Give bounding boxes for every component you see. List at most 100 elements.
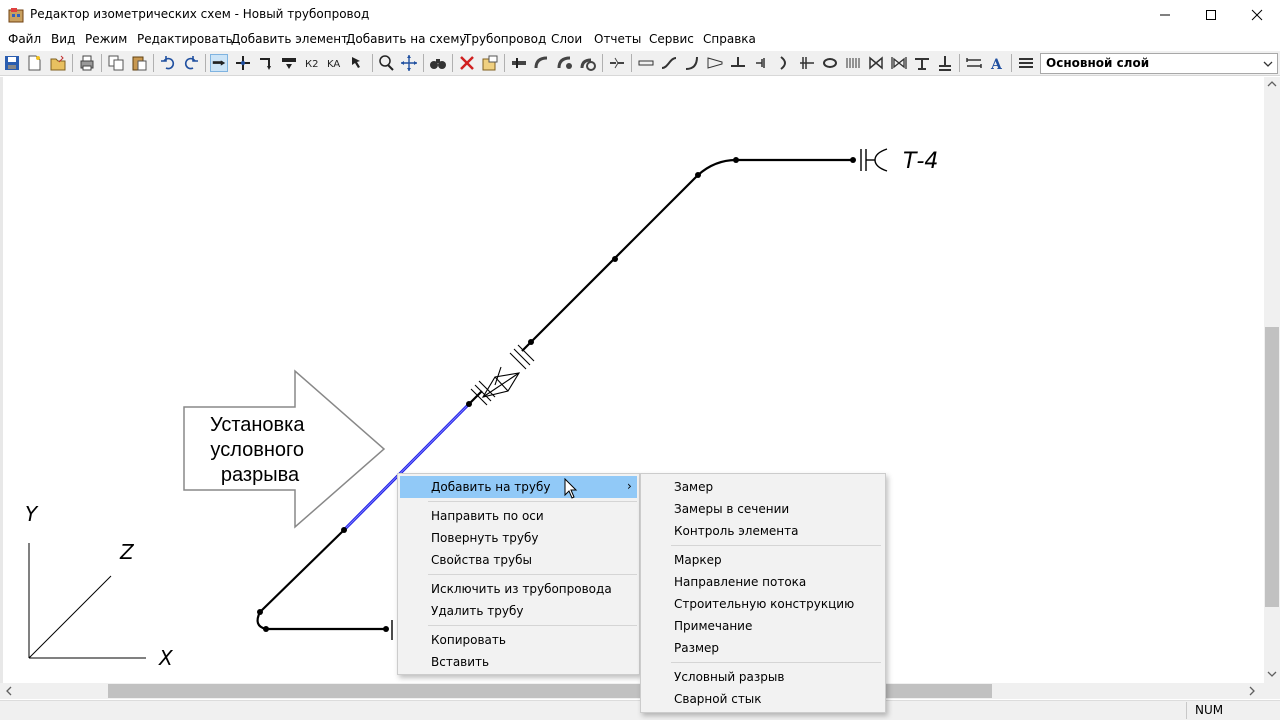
text-icon[interactable]: A <box>988 54 1006 72</box>
cap-icon[interactable] <box>775 54 793 72</box>
submenu-item-measurement[interactable]: Замер <box>643 476 883 498</box>
app-icon <box>8 8 24 23</box>
callout-text: Установка условного разрыва <box>210 414 310 486</box>
chevron-right-icon: › <box>627 479 632 493</box>
dimension-icon[interactable] <box>965 54 983 72</box>
pipe-split-icon[interactable] <box>280 54 298 72</box>
pan-icon[interactable] <box>400 54 418 72</box>
submenu-item-flow-direction[interactable]: Направление потока <box>643 571 883 593</box>
hanger-icon[interactable] <box>936 54 954 72</box>
scroll-right-icon[interactable] <box>1248 686 1256 696</box>
copy-icon[interactable] <box>107 54 125 72</box>
nozzle-icon[interactable] <box>752 54 770 72</box>
reducer-icon[interactable] <box>706 54 724 72</box>
end-flange[interactable] <box>860 148 888 172</box>
pipe-tool-3-icon[interactable] <box>556 54 574 72</box>
menu-reports[interactable]: Отчеты <box>594 32 641 46</box>
print-icon[interactable] <box>78 54 96 72</box>
context-menu: Добавить на трубу › Направить по оси Пов… <box>397 473 640 675</box>
submenu: Замер Замеры в сечении Контроль элемента… <box>640 473 886 713</box>
pipe-tool-5-icon[interactable] <box>608 54 626 72</box>
submenu-item-note[interactable]: Примечание <box>643 615 883 637</box>
pipe-mark-icon[interactable]: KA <box>326 54 344 72</box>
title-bar: Редактор изометрических схем - Новый тру… <box>0 0 1280 30</box>
menu-item-copy[interactable]: Копировать <box>400 629 637 651</box>
submenu-item-dimension[interactable]: Размер <box>643 637 883 659</box>
layer-select-value: Основной слой <box>1046 56 1150 70</box>
pipe-join-icon[interactable] <box>257 54 275 72</box>
menu-item-rotate-pipe[interactable]: Повернуть трубу <box>400 527 637 549</box>
chevron-down-icon <box>1263 61 1273 67</box>
paste-icon[interactable] <box>130 54 148 72</box>
pipe-bend[interactable] <box>697 158 737 176</box>
submenu-item-marker[interactable]: Маркер <box>643 549 883 571</box>
pipe-tool-1-icon[interactable] <box>510 54 528 72</box>
submenu-item-element-control[interactable]: Контроль элемента <box>643 520 883 542</box>
menu-service[interactable]: Сервис <box>649 32 694 46</box>
pipe-label: Т-4 <box>903 149 938 174</box>
gasket-icon[interactable] <box>821 54 839 72</box>
submenu-item-section-measurements[interactable]: Замеры в сечении <box>643 498 883 520</box>
menu-item-add-to-pipe[interactable]: Добавить на трубу › <box>400 476 637 498</box>
minimize-button[interactable] <box>1142 0 1188 30</box>
menu-item-paste[interactable]: Вставить <box>400 651 637 673</box>
layer-select[interactable]: Основной слой <box>1040 53 1278 74</box>
valve-flanged-icon[interactable] <box>890 54 908 72</box>
menu-item-align-axis[interactable]: Направить по оси <box>400 505 637 527</box>
straight-pipe-icon[interactable] <box>637 54 655 72</box>
tee-icon[interactable] <box>729 54 747 72</box>
elbow-icon[interactable] <box>683 54 701 72</box>
submenu-item-building-structure[interactable]: Строительную конструкцию <box>643 593 883 615</box>
svg-text:KA: KA <box>327 59 340 70</box>
support-icon[interactable] <box>913 54 931 72</box>
menu-edit[interactable]: Редактировать <box>137 32 233 46</box>
pipe-move-icon[interactable] <box>234 54 252 72</box>
search-pipe-icon[interactable] <box>377 54 395 72</box>
open-file-icon[interactable] <box>49 54 67 72</box>
delete-icon[interactable] <box>458 54 476 72</box>
pipe-number-icon[interactable]: К2 <box>303 54 321 72</box>
svg-text:К2: К2 <box>305 59 318 70</box>
new-file-icon[interactable] <box>25 54 43 72</box>
binoculars-icon[interactable] <box>429 54 447 72</box>
scroll-left-icon[interactable] <box>5 686 13 696</box>
pipe-cursor-icon[interactable] <box>349 54 367 72</box>
menu-view[interactable]: Вид <box>51 32 75 46</box>
redo-icon[interactable] <box>182 54 200 72</box>
pipe-segment[interactable] <box>259 529 345 613</box>
close-button[interactable] <box>1234 0 1280 30</box>
menu-item-pipe-properties[interactable]: Свойства трубы <box>400 549 637 571</box>
menu-item-delete-pipe[interactable]: Удалить трубу <box>400 600 637 622</box>
submenu-item-conditional-break[interactable]: Условный разрыв <box>643 666 883 688</box>
save-icon[interactable] <box>3 54 21 72</box>
pipe-tool-2-icon[interactable] <box>533 54 551 72</box>
flange-icon[interactable] <box>798 54 816 72</box>
properties-icon[interactable] <box>481 54 499 72</box>
menu-file[interactable]: Файл <box>8 32 41 46</box>
menu-add-element[interactable]: Добавить элемент <box>231 32 348 46</box>
vertical-scrollbar[interactable] <box>1264 77 1280 683</box>
compensator-icon[interactable] <box>844 54 862 72</box>
horizontal-scrollbar[interactable] <box>0 683 1264 699</box>
menu-layers[interactable]: Слои <box>551 32 582 46</box>
undo-icon[interactable] <box>159 54 177 72</box>
menu-add-to-scheme[interactable]: Добавить на схему <box>346 32 466 46</box>
menu-bar: Файл Вид Режим Редактировать Добавить эл… <box>0 30 1280 50</box>
minimize-icon <box>1160 14 1170 16</box>
menu-item-exclude-from-pipeline[interactable]: Исключить из трубопровода <box>400 578 637 600</box>
scroll-down-icon[interactable] <box>1267 670 1277 678</box>
scroll-up-icon[interactable] <box>1267 80 1277 88</box>
vertical-scroll-thumb[interactable] <box>1265 327 1279 607</box>
s-bend-icon[interactable] <box>660 54 678 72</box>
pipe-tool-4-icon[interactable] <box>579 54 597 72</box>
maximize-icon <box>1206 10 1216 20</box>
menu-pipeline[interactable]: Трубопровод <box>464 32 546 46</box>
submenu-item-weld-joint[interactable]: Сварной стык <box>643 688 883 710</box>
menu-help[interactable]: Справка <box>703 32 756 46</box>
maximize-button[interactable] <box>1188 0 1234 30</box>
select-pipe-tool-icon[interactable] <box>210 54 228 72</box>
layers-icon[interactable] <box>1017 54 1035 72</box>
menu-mode[interactable]: Режим <box>85 32 127 46</box>
valve-icon[interactable] <box>867 54 885 72</box>
valve-symbol[interactable] <box>470 344 535 406</box>
